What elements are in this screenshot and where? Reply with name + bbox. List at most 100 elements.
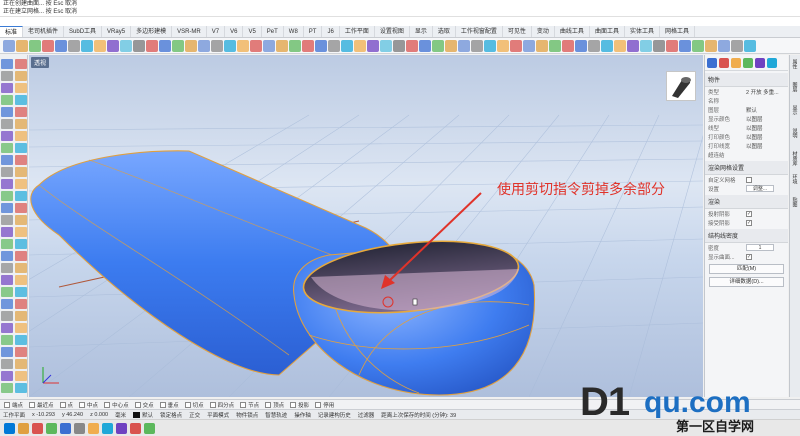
toolbar-tool-icon[interactable] [666, 39, 678, 52]
toolbar-tab[interactable]: V5 [243, 26, 262, 37]
light-icon[interactable] [731, 58, 741, 68]
vertical-panel-tab[interactable]: 属性 [791, 59, 799, 79]
osnap-option[interactable]: 节点 [240, 401, 259, 409]
toolbar-tool-icon[interactable] [250, 39, 262, 52]
toolbar-tool-icon[interactable] [237, 39, 249, 52]
left-tool-icon[interactable] [1, 155, 13, 165]
left-tool-icon[interactable] [1, 371, 13, 381]
left-tool-icon[interactable] [15, 143, 27, 153]
receive-shadow-checkbox[interactable]: ✓ [746, 219, 752, 226]
property-row[interactable]: 显示颜色 以图层 [705, 114, 788, 123]
toolbar-tool-icon[interactable] [484, 39, 496, 52]
vertical-panel-tab[interactable]: 图层 [791, 82, 799, 102]
density-input[interactable]: 1 [746, 244, 774, 251]
toolbar-tool-icon[interactable] [718, 39, 730, 52]
left-tool-icon[interactable] [1, 167, 13, 177]
left-tool-icon[interactable] [15, 263, 27, 273]
left-tool-icon[interactable] [15, 167, 27, 177]
left-tool-icon[interactable] [1, 71, 13, 81]
left-tool-icon[interactable] [1, 359, 13, 369]
toolbar-tab[interactable]: 实体工具 [625, 26, 660, 37]
toolbar-tool-icon[interactable] [588, 39, 600, 52]
toolbar-tool-icon[interactable] [120, 39, 132, 52]
toolbar-tool-icon[interactable] [354, 39, 366, 52]
toolbar-tool-icon[interactable] [3, 39, 15, 52]
toolbar-tool-icon[interactable] [16, 39, 28, 52]
workplane-label[interactable]: 工作平面 [3, 411, 25, 419]
left-tool-icon[interactable] [15, 131, 27, 141]
toolbar-tool-icon[interactable] [276, 39, 288, 52]
left-tool-icon[interactable] [1, 83, 13, 93]
osnap-checkbox[interactable] [4, 401, 10, 408]
vertical-panel-tab[interactable]: 显示 [791, 105, 799, 125]
toolbar-tool-icon[interactable] [744, 39, 756, 52]
left-tool-icon[interactable] [15, 83, 27, 93]
toolbar-tool-icon[interactable] [289, 39, 301, 52]
osnap-option[interactable]: 垂点 [159, 401, 179, 409]
toolbar-tool-icon[interactable] [549, 39, 561, 52]
custom-mesh-checkbox[interactable] [746, 176, 752, 183]
toolbar-tool-icon[interactable] [81, 39, 93, 52]
property-row[interactable]: 线型 以图层 [705, 123, 788, 132]
osnap-option[interactable]: 四分点 [209, 401, 234, 409]
osnap-checkbox[interactable] [134, 401, 141, 408]
left-tool-icon[interactable] [15, 71, 27, 81]
toolbar-tool-icon[interactable] [692, 39, 704, 52]
left-tool-icon[interactable] [15, 95, 27, 105]
left-tool-icon[interactable] [1, 323, 13, 333]
filter-toggle[interactable]: 过滤器 [358, 411, 375, 419]
left-tool-icon[interactable] [1, 95, 13, 105]
toolbar-tab[interactable]: 选取 [433, 26, 456, 37]
smarttrack-toggle[interactable]: 智慧轨迹 [265, 411, 287, 419]
left-tool-icon[interactable] [1, 287, 13, 297]
toolbar-tab[interactable]: 老司机插件 [23, 26, 65, 37]
left-tool-icon[interactable] [1, 59, 13, 69]
taskbar-app-icon[interactable] [4, 422, 15, 434]
toolbar-tool-icon[interactable] [302, 39, 314, 52]
cast-shadow-checkbox[interactable]: ✓ [746, 210, 752, 217]
toolbar-tab[interactable]: SubD工具 [64, 26, 103, 37]
toolbar-tool-icon[interactable] [393, 39, 405, 52]
left-tool-icon[interactable] [15, 119, 27, 129]
left-tool-icon[interactable] [1, 299, 13, 309]
osnap-option[interactable]: 端点 [4, 401, 23, 409]
vertical-panel-tab[interactable]: 环境 [791, 174, 799, 194]
mesh-icon[interactable] [767, 58, 777, 68]
osnap-checkbox[interactable] [290, 401, 297, 408]
osnap-option[interactable]: 交点 [134, 401, 154, 409]
toolbar-tool-icon[interactable] [679, 39, 691, 52]
toolbar-tool-icon[interactable] [198, 39, 210, 52]
toolbar-tab[interactable]: 变动 [532, 26, 555, 37]
osnap-checkbox[interactable] [104, 401, 111, 408]
left-tool-icon[interactable] [1, 191, 13, 201]
toolbar-tab[interactable]: W8 [284, 26, 304, 37]
toolbar-tool-icon[interactable] [263, 39, 275, 52]
property-row[interactable]: 打印颜色 以图层 [705, 132, 788, 141]
toolbar-tool-icon[interactable] [328, 39, 340, 52]
left-tool-icon[interactable] [15, 323, 27, 333]
left-tool-icon[interactable] [1, 131, 13, 141]
left-tool-icon[interactable] [15, 107, 27, 117]
toolbar-tool-icon[interactable] [471, 39, 483, 52]
property-row[interactable]: 类型 2 开放 多重... [705, 87, 788, 96]
toolbar-tool-icon[interactable] [211, 39, 223, 52]
toolbar-tool-icon[interactable] [562, 39, 574, 52]
toolbar-tab[interactable]: 多边形建模 [131, 26, 173, 37]
left-tool-icon[interactable] [1, 251, 13, 261]
toolbar-tool-icon[interactable] [94, 39, 106, 52]
toolbar-tool-icon[interactable] [432, 39, 444, 52]
toolbar-tool-icon[interactable] [640, 39, 652, 52]
viewport-title[interactable]: 透视 [31, 57, 50, 68]
details-button[interactable]: 详细数据(D)... [709, 277, 784, 287]
osnap-option[interactable]: 最近点 [29, 401, 54, 409]
toolbar-tab[interactable]: 曲线工具 [555, 26, 590, 37]
toolbar-tool-icon[interactable] [458, 39, 470, 52]
osnap-checkbox[interactable] [184, 401, 191, 408]
left-tool-icon[interactable] [1, 311, 13, 321]
left-tool-icon[interactable] [15, 155, 27, 165]
toolbar-tool-icon[interactable] [159, 39, 171, 52]
toolbar-tab[interactable]: 网格工具 [660, 26, 695, 37]
show-isocurve-checkbox[interactable]: ✓ [746, 253, 752, 260]
decal-icon[interactable] [755, 58, 765, 68]
current-layer[interactable]: 默认 [133, 411, 153, 419]
